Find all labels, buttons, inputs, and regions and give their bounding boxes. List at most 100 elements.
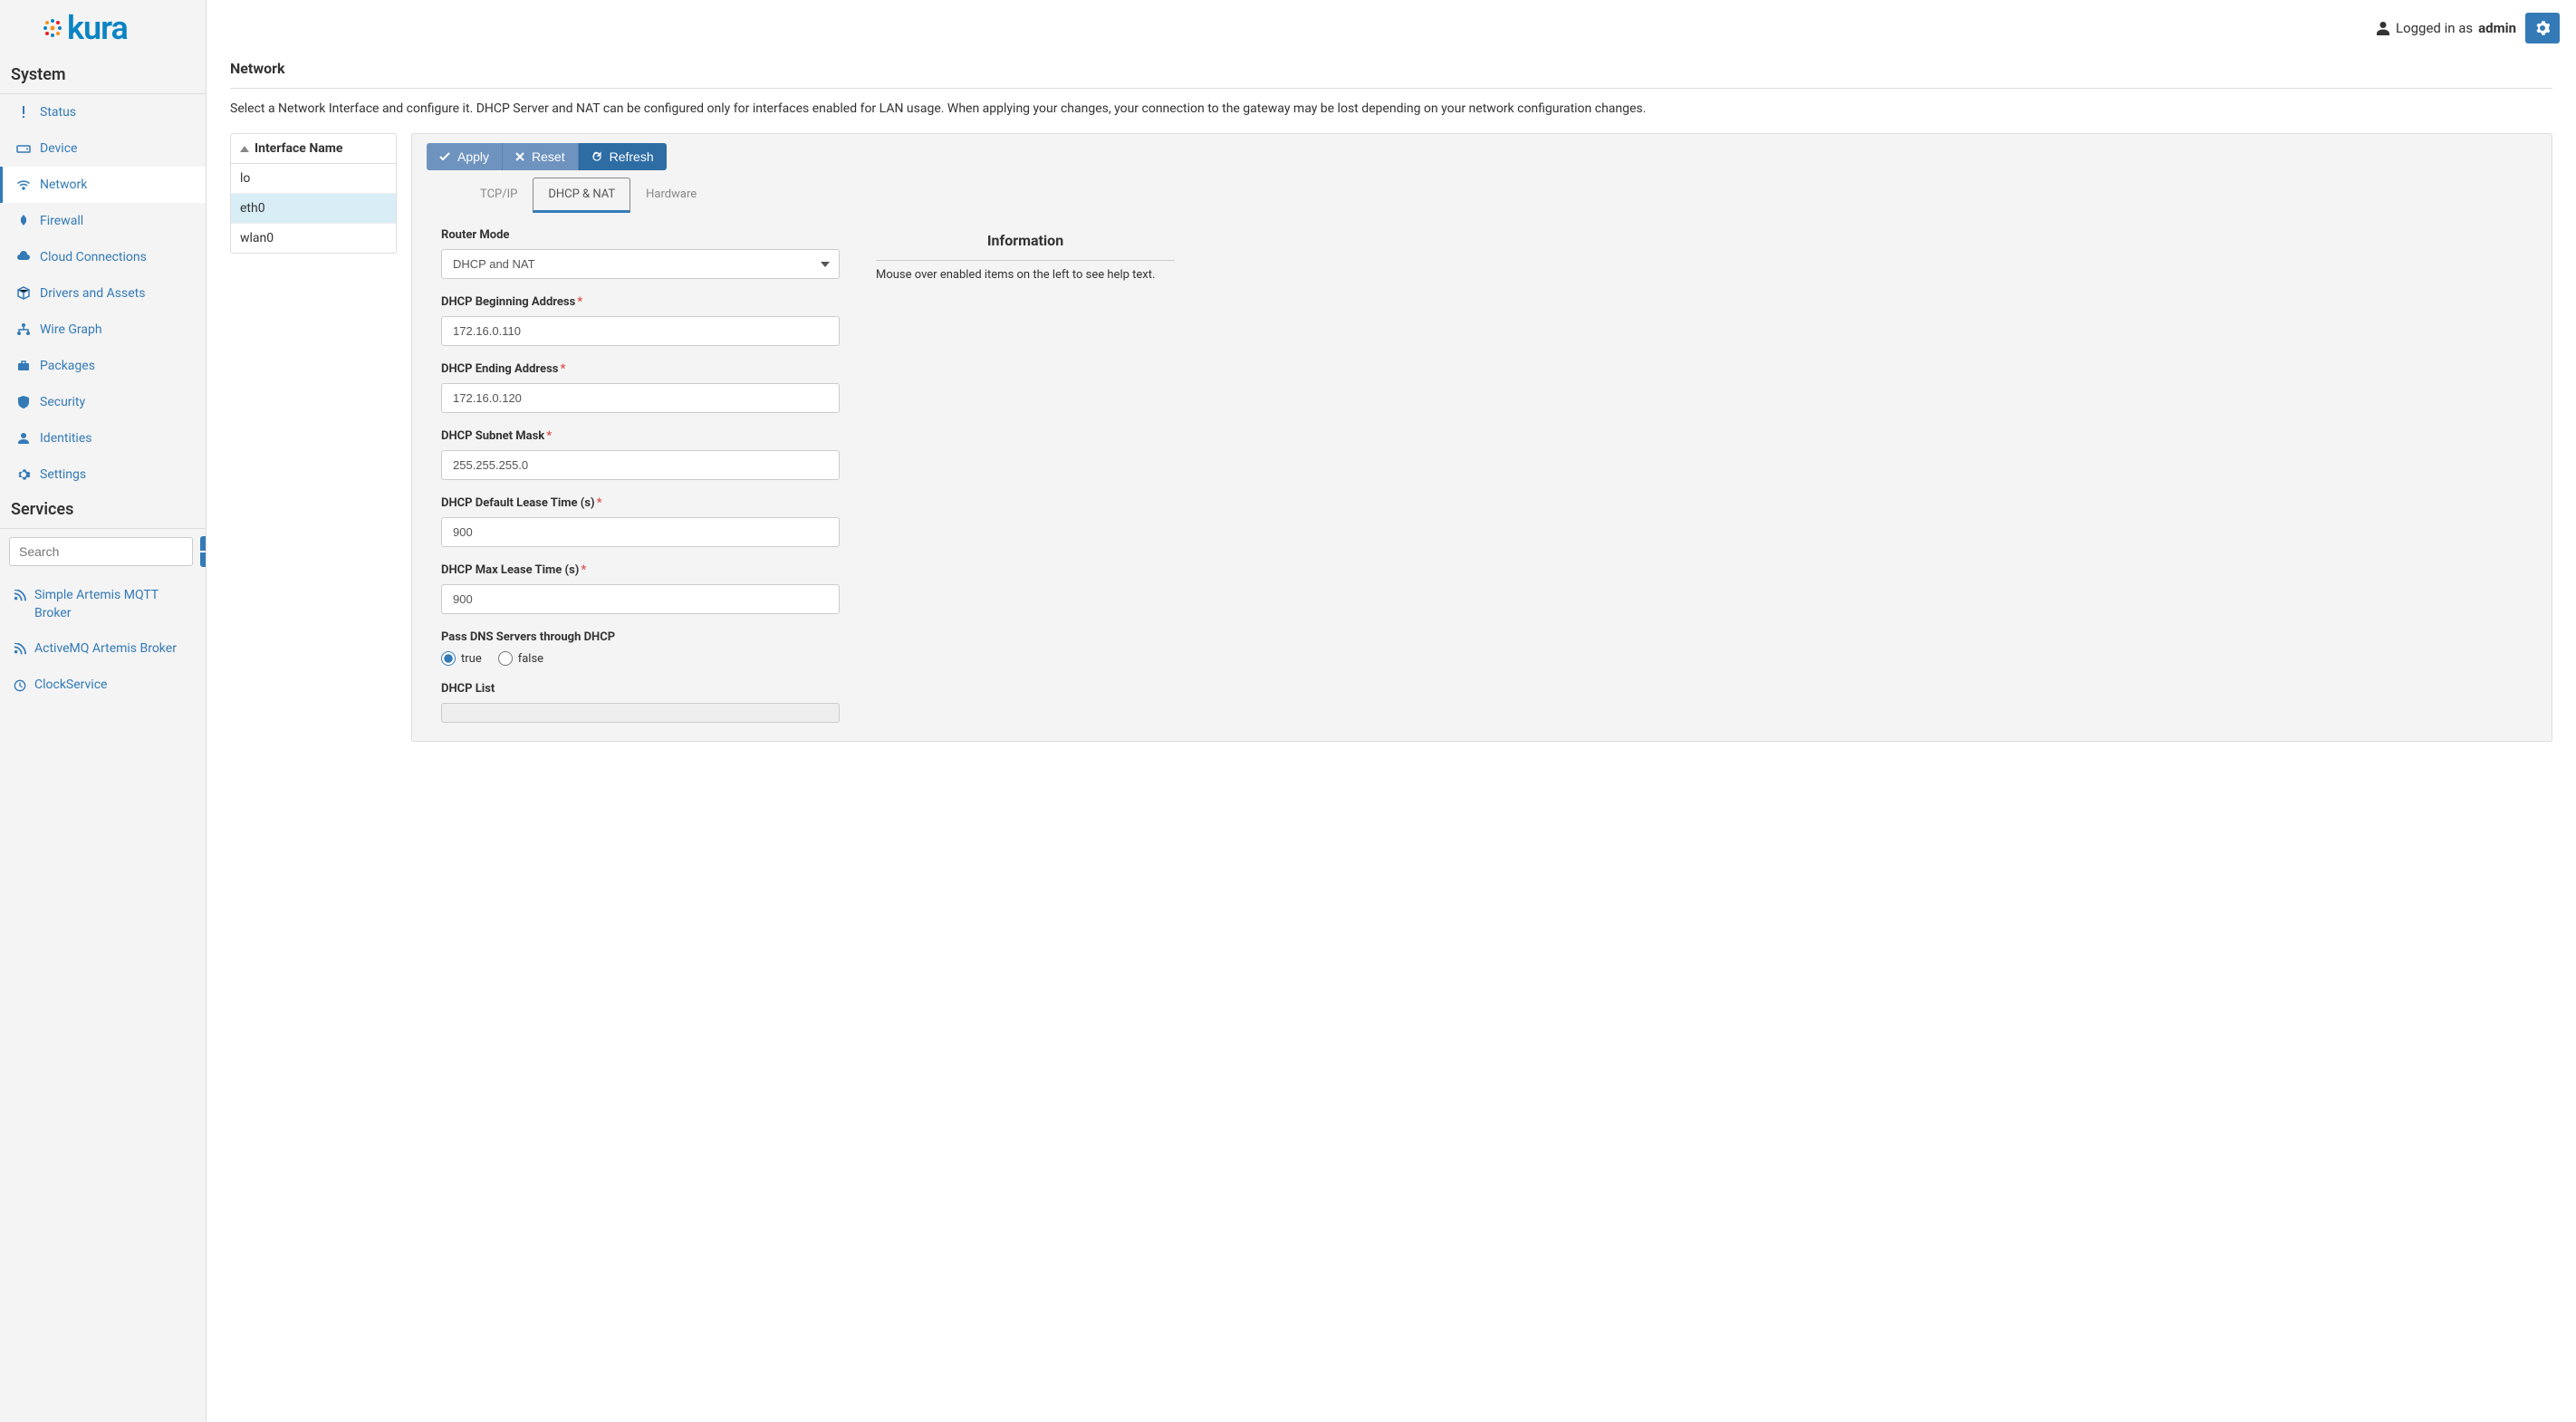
service-label: Simple Artemis MQTT Broker <box>34 587 193 622</box>
info-column: Information Mouse over enabled items on … <box>876 228 1175 723</box>
nav-label: Status <box>40 105 76 120</box>
pass-dns-false-radio[interactable] <box>498 651 513 666</box>
interface-item-wlan0[interactable]: wlan0 <box>231 224 396 253</box>
interface-header-label: Interface Name <box>255 141 342 156</box>
config-panel: Apply Reset Refresh TCP/IPDHCP & NATHard… <box>411 133 2552 742</box>
rss-icon <box>13 589 27 603</box>
services-section-title: Services <box>0 493 206 528</box>
sidebar-item-device[interactable]: Device <box>0 130 206 167</box>
user-icon <box>16 431 31 446</box>
default-lease-input[interactable] <box>441 517 840 547</box>
pass-dns-label: Pass DNS Servers through DHCP <box>441 630 840 644</box>
service-item[interactable]: Simple Artemis MQTT Broker <box>0 578 206 631</box>
sidebar: kura System Status DeviceNetwork Firewall C… <box>0 0 207 1422</box>
pass-dns-false[interactable]: false <box>498 651 543 666</box>
end-addr-label: DHCP Ending Address* <box>441 362 840 376</box>
pass-dns-true-radio[interactable] <box>441 651 456 666</box>
logo-text: kura <box>67 9 128 47</box>
sidebar-item-firewall[interactable]: Firewall <box>0 203 206 239</box>
fire-icon <box>16 214 31 228</box>
main: Logged in as admin Network Select a Netw… <box>207 0 2576 1422</box>
divider <box>876 260 1175 261</box>
sidebar-item-cloud-connections[interactable]: Cloud Connections <box>0 239 206 275</box>
false-label: false <box>518 652 543 666</box>
service-label: ClockService <box>34 677 107 695</box>
close-icon <box>515 152 524 161</box>
subnet-input[interactable] <box>441 450 840 480</box>
page-description: Select a Network Interface and configure… <box>230 100 2552 119</box>
exclamation-icon <box>16 105 31 120</box>
sidebar-item-status[interactable]: Status <box>0 94 206 130</box>
true-label: true <box>461 652 482 666</box>
nav-label: Packages <box>40 359 95 373</box>
system-section-title: System <box>0 58 206 93</box>
router-mode-select[interactable]: DHCP and NAT <box>441 249 840 279</box>
reset-label: Reset <box>532 149 565 164</box>
briefcase-icon <box>16 359 31 373</box>
sidebar-item-drivers-and-assets[interactable]: Drivers and Assets <box>0 275 206 312</box>
pass-dns-true[interactable]: true <box>441 651 482 666</box>
sidebar-item-identities[interactable]: Identities <box>0 420 206 456</box>
sidebar-item-settings[interactable]: Settings <box>0 456 206 493</box>
username: admin <box>2478 20 2516 36</box>
plus-icon <box>200 545 207 558</box>
nav-label: Identities <box>40 431 91 446</box>
subnet-label: DHCP Subnet Mask* <box>441 429 840 443</box>
refresh-label: Refresh <box>610 149 654 164</box>
nav-label: Wire Graph <box>40 322 102 337</box>
clock-icon <box>13 678 27 693</box>
rss-icon <box>13 642 27 657</box>
service-item[interactable]: ClockService <box>0 668 206 704</box>
sidebar-item-security[interactable]: Security <box>0 384 206 420</box>
user-icon <box>2376 21 2390 35</box>
topbar: Logged in as admin <box>207 0 2576 43</box>
tabs: TCP/IPDHCP & NATHardware <box>465 178 2537 214</box>
cube-icon <box>16 286 31 301</box>
info-title: Information <box>876 232 1175 249</box>
logged-in-text: Logged in as <box>2396 20 2473 36</box>
service-item[interactable]: ActiveMQ Artemis Broker <box>0 631 206 668</box>
wifi-icon <box>16 178 31 192</box>
check-icon <box>439 152 450 161</box>
refresh-button[interactable]: Refresh <box>579 143 667 170</box>
info-text: Mouse over enabled items on the left to … <box>876 268 1175 282</box>
dhcp-list-label: DHCP List <box>441 682 840 696</box>
search-input[interactable] <box>9 537 193 566</box>
reset-button[interactable]: Reset <box>503 143 579 170</box>
logo: kura <box>0 0 206 58</box>
interface-item-lo[interactable]: lo <box>231 164 396 194</box>
add-service-button[interactable] <box>200 536 207 567</box>
nav-label: Firewall <box>40 214 83 228</box>
begin-addr-input[interactable] <box>441 316 840 346</box>
logo-icon <box>42 17 63 39</box>
end-addr-input[interactable] <box>441 383 840 413</box>
hdd-icon <box>16 141 31 156</box>
tab-hardware[interactable]: Hardware <box>630 178 712 213</box>
settings-button[interactable] <box>2525 13 2560 43</box>
page-title: Network <box>230 43 2552 88</box>
sidebar-item-wire-graph[interactable]: Wire Graph <box>0 312 206 348</box>
max-lease-input[interactable] <box>441 584 840 614</box>
sidebar-item-packages[interactable]: Packages <box>0 348 206 384</box>
max-lease-label: DHCP Max Lease Time (s)* <box>441 563 840 577</box>
service-label: ActiveMQ Artemis Broker <box>34 640 177 658</box>
sitemap-icon <box>16 322 31 337</box>
gear-icon <box>2535 21 2550 35</box>
default-lease-label: DHCP Default Lease Time (s)* <box>441 496 840 510</box>
begin-addr-label: DHCP Beginning Address* <box>441 295 840 309</box>
cloud-icon <box>16 250 31 264</box>
interface-header[interactable]: Interface Name <box>231 134 396 164</box>
apply-button[interactable]: Apply <box>427 143 503 170</box>
tab-tcp-ip[interactable]: TCP/IP <box>465 178 533 213</box>
dhcp-list-box[interactable] <box>441 703 840 723</box>
button-row: Apply Reset Refresh <box>427 143 2537 170</box>
interface-item-eth0[interactable]: eth0 <box>231 194 396 224</box>
apply-label: Apply <box>457 149 489 164</box>
interface-list-panel: Interface Name loeth0wlan0 <box>230 133 397 254</box>
shield-icon <box>16 395 31 409</box>
tab-dhcp-nat[interactable]: DHCP & NAT <box>533 178 630 213</box>
logged-in-label: Logged in as admin <box>2376 20 2516 36</box>
sidebar-item-network[interactable]: Network <box>0 167 206 203</box>
gear-icon <box>16 467 31 482</box>
form-column: Router Mode DHCP and NAT DHCP Beginning … <box>441 228 840 723</box>
